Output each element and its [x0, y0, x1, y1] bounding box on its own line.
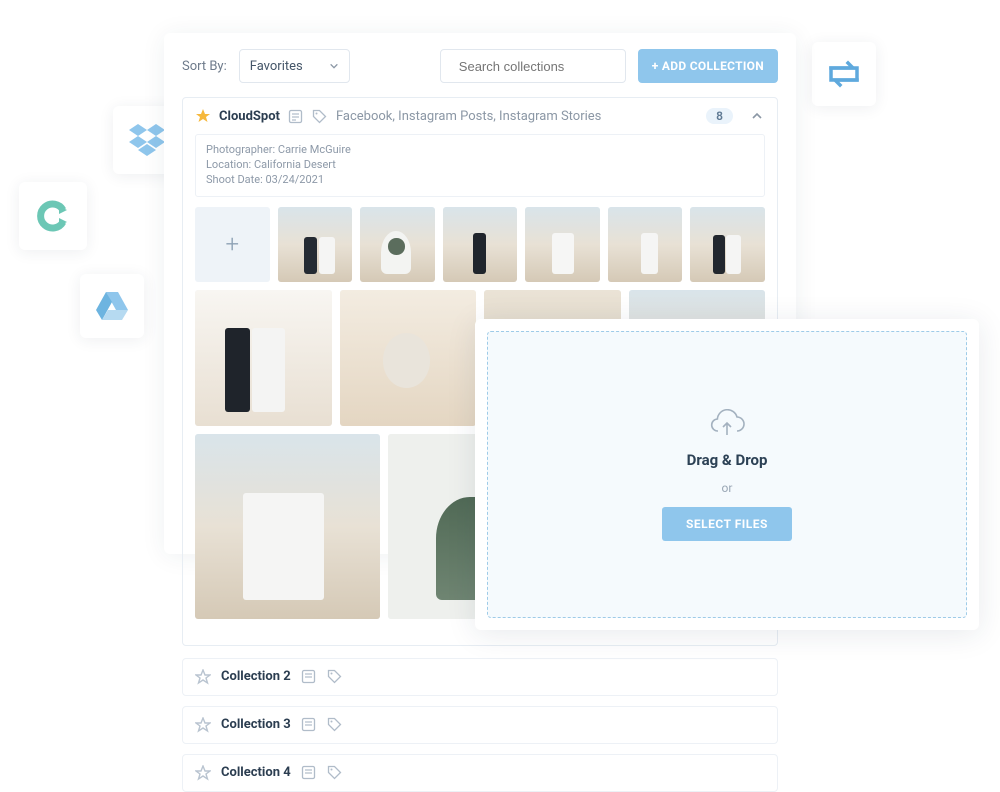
add-collection-button[interactable]: + ADD COLLECTION — [638, 49, 778, 83]
sort-value: Favorites — [250, 59, 303, 74]
dropzone-card: Drag & Drop or SELECT FILES — [475, 319, 979, 630]
thumbnail[interactable] — [278, 207, 353, 282]
sort-label: Sort By: — [182, 59, 227, 74]
collection-name: CloudSpot — [219, 109, 280, 124]
star-outline-icon[interactable] — [195, 765, 211, 781]
thumbnail[interactable] — [195, 434, 380, 619]
thumbnail[interactable] — [525, 207, 600, 282]
collection-tags: Facebook, Instagram Posts, Instagram Sto… — [336, 109, 601, 124]
tag-icon[interactable] — [327, 669, 343, 685]
google-drive-tile[interactable] — [80, 274, 144, 338]
reshare-tile[interactable] — [812, 42, 876, 106]
tag-icon[interactable] — [327, 765, 343, 781]
dropbox-icon — [129, 124, 165, 156]
thumbnail-grid: + — [195, 207, 765, 282]
thumbnail[interactable] — [195, 290, 332, 427]
dropzone[interactable]: Drag & Drop or SELECT FILES — [487, 331, 967, 618]
tag-icon[interactable] — [312, 108, 328, 124]
dropzone-title: Drag & Drop — [687, 451, 768, 469]
collection-meta: Photographer: Carrie McGuire Location: C… — [195, 134, 765, 197]
note-icon[interactable] — [301, 765, 317, 781]
dropzone-or: or — [722, 481, 733, 495]
add-thumbnail[interactable]: + — [195, 207, 270, 282]
plus-icon: + — [226, 230, 240, 258]
sort-select[interactable]: Favorites — [239, 49, 350, 83]
cloud-upload-icon — [709, 409, 745, 439]
note-icon[interactable] — [301, 717, 317, 733]
thumbnail[interactable] — [443, 207, 518, 282]
collection-count: 8 — [706, 108, 733, 124]
star-outline-icon[interactable] — [195, 669, 211, 685]
thumbnail[interactable] — [340, 290, 477, 427]
search-collections[interactable] — [440, 49, 626, 83]
collection-row[interactable]: Collection 2 — [182, 658, 778, 696]
star-icon[interactable] — [195, 108, 211, 124]
collection-row[interactable]: Collection 4 — [182, 754, 778, 792]
collection-name: Collection 3 — [221, 717, 291, 732]
select-files-button[interactable]: SELECT FILES — [662, 507, 792, 541]
google-drive-icon — [96, 292, 128, 320]
note-icon[interactable] — [288, 108, 304, 124]
collection-name: Collection 2 — [221, 669, 291, 684]
note-icon[interactable] — [301, 669, 317, 685]
thumbnail[interactable] — [608, 207, 683, 282]
thumbnail[interactable] — [690, 207, 765, 282]
c-logo-icon — [37, 200, 69, 232]
search-input[interactable] — [459, 59, 635, 74]
thumbnail[interactable] — [360, 207, 435, 282]
c-logo-tile[interactable] — [19, 182, 87, 250]
chevron-up-icon[interactable] — [749, 108, 765, 124]
collection-name: Collection 4 — [221, 765, 291, 780]
star-outline-icon[interactable] — [195, 717, 211, 733]
collection-row[interactable]: Collection 3 — [182, 706, 778, 744]
reshare-icon — [827, 60, 861, 88]
toolbar: Sort By: Favorites + ADD COLLECTION — [182, 49, 778, 83]
tag-icon[interactable] — [327, 717, 343, 733]
chevron-down-icon — [329, 61, 339, 71]
